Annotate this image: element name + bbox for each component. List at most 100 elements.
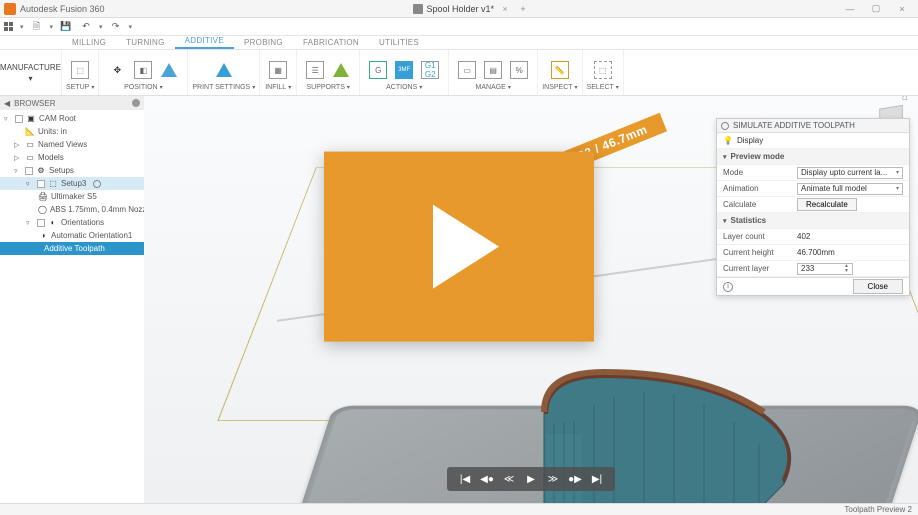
minimize-button[interactable]: — xyxy=(838,2,862,16)
setup-icon: ⬚ xyxy=(48,179,58,189)
tree-models[interactable]: ▷▭Models xyxy=(0,151,144,164)
browser-title: BROWSER xyxy=(14,99,55,108)
chevron-down-icon: ▾ xyxy=(28,74,32,83)
tab-probing[interactable]: PROBING xyxy=(234,38,293,49)
select-icon: ⬚ xyxy=(591,58,615,82)
panel-header[interactable]: SIMULATE ADDITIVE TOOLPATH xyxy=(717,119,909,133)
ribbon-group-manage[interactable]: ▭ ▤ % MANAGE▾ xyxy=(449,50,538,95)
panel-row-layer-count: Layer count 402 xyxy=(717,229,909,245)
tab-additive[interactable]: ADDITIVE xyxy=(175,36,234,49)
ribbon-group-print-settings[interactable]: PRINT SETTINGS▾ xyxy=(188,50,260,95)
tree-auto-orientation[interactable]: ◑Automatic Orientation1 xyxy=(0,229,144,242)
redo-icon[interactable]: ↷ xyxy=(109,20,123,34)
skip-end-icon[interactable]: ▶| xyxy=(589,471,605,487)
play-icon[interactable]: ▶ xyxy=(523,471,539,487)
ribbon-group-infill[interactable]: ▦ INFILL▾ xyxy=(260,50,297,95)
tree-orientations[interactable]: ▿◐Orientations xyxy=(0,216,144,229)
tab-turning[interactable]: TURNING xyxy=(116,38,175,49)
move-icon: ✥ xyxy=(105,58,129,82)
close-button[interactable]: Close xyxy=(853,279,903,294)
supports-cone-icon xyxy=(329,58,353,82)
display-icon: 💡 xyxy=(723,136,733,145)
panel-row-animation: Animation Animate full model▾ xyxy=(717,181,909,197)
apps-grid-icon[interactable] xyxy=(4,22,14,32)
panel-section-statistics[interactable]: ▾ Statistics xyxy=(717,213,909,229)
undo-icon[interactable]: ↶ xyxy=(79,20,93,34)
tree-material[interactable]: ◯ABS 1.75mm, 0.4mm Nozzle xyxy=(0,203,144,216)
chevron-down-icon: ▾ xyxy=(723,153,727,161)
browser-panel: ◀ BROWSER ▿▣CAM Root 📐Units: in ▷▭Named … xyxy=(0,96,144,503)
orient-icon xyxy=(157,58,181,82)
new-tab-icon[interactable]: + xyxy=(516,2,530,16)
workspace-switcher[interactable]: MANUFACTURE ▾ xyxy=(0,50,62,95)
tree-cam-root[interactable]: ▿▣CAM Root xyxy=(0,112,144,125)
units-icon: 📐 xyxy=(25,127,35,137)
file-icon[interactable]: 🗎 xyxy=(30,20,44,34)
close-tab-icon[interactable]: × xyxy=(498,2,512,16)
ribbon-group-inspect[interactable]: 📏 INSPECT▾ xyxy=(538,50,582,95)
panel-row-display[interactable]: 💡 Display xyxy=(717,133,909,149)
panel-section-preview[interactable]: ▾ Preview mode xyxy=(717,149,909,165)
home-view-icon[interactable]: ⌂ xyxy=(902,96,908,103)
info-icon[interactable]: i xyxy=(723,282,733,292)
ribbon-group-setup[interactable]: ⬚ SETUP▾ xyxy=(62,50,99,95)
manage-2-icon: ▤ xyxy=(481,58,505,82)
views-icon: ▭ xyxy=(25,140,35,150)
tree-setups[interactable]: ▿⚙Setups xyxy=(0,164,144,177)
ribbon-group-position[interactable]: ✥ ◧ POSITION▾ xyxy=(99,50,188,95)
tab-fabrication[interactable]: FABRICATION xyxy=(293,38,369,49)
current-height-value: 46.700mm xyxy=(797,248,903,257)
tree-additive-toolpath[interactable]: Additive Toolpath xyxy=(0,242,144,255)
panel-row-current-layer: Current layer 233 ▲▼ xyxy=(717,261,909,277)
panel-row-calculate: Calculate Recalculate xyxy=(717,197,909,213)
panel-row-mode: Mode Display upto current la...▾ xyxy=(717,165,909,181)
ribbon-group-actions[interactable]: G 3MF G1G2 ACTIONS▾ xyxy=(360,50,449,95)
material-icon: ◯ xyxy=(38,205,47,215)
tree-printer[interactable]: 🖨Ultimaker S5 xyxy=(0,190,144,203)
models-icon: ▭ xyxy=(25,153,35,163)
ribbon: MANUFACTURE ▾ ⬚ SETUP▾ ✥ ◧ POSITION▾ PRI… xyxy=(0,50,918,96)
setups-icon: ⚙ xyxy=(36,166,46,176)
status-bar: Toolpath Preview 2 xyxy=(0,503,918,515)
app-logo-icon xyxy=(4,3,16,15)
active-setup-radio[interactable] xyxy=(93,180,101,188)
step-back-frame-icon[interactable]: ◀● xyxy=(479,471,495,487)
ribbon-group-select[interactable]: ⬚ SELECT▾ xyxy=(583,50,624,95)
tree-units[interactable]: 📐Units: in xyxy=(0,125,144,138)
chevron-down-icon: ▾ xyxy=(723,217,727,225)
inspect-icon: 📏 xyxy=(548,58,572,82)
tab-milling[interactable]: MILLING xyxy=(62,38,116,49)
ribbon-group-supports[interactable]: ☰ SUPPORTS▾ xyxy=(297,50,360,95)
fast-forward-icon[interactable]: ≫ xyxy=(545,471,561,487)
close-window-button[interactable]: × xyxy=(890,2,914,16)
browser-options-icon[interactable] xyxy=(132,99,140,107)
infill-icon: ▦ xyxy=(266,58,290,82)
tab-utilities[interactable]: UTILITIES xyxy=(369,38,429,49)
layer-count-value: 402 xyxy=(797,232,903,241)
browser-header[interactable]: ◀ BROWSER xyxy=(0,96,144,110)
save-icon[interactable]: 💾 xyxy=(59,20,73,34)
post-icon: G1G2 xyxy=(418,58,442,82)
gear-icon xyxy=(721,122,729,130)
document-title: Spool Holder v1* xyxy=(427,4,495,14)
app-name: Autodesk Fusion 360 xyxy=(20,4,105,14)
spin-down-icon[interactable]: ▼ xyxy=(844,269,849,274)
tree-named-views[interactable]: ▷▭Named Views xyxy=(0,138,144,151)
skip-start-icon[interactable]: |◀ xyxy=(457,471,473,487)
panel-row-current-height: Current height 46.700mm xyxy=(717,245,909,261)
simulate-panel: SIMULATE ADDITIVE TOOLPATH 💡 Display ▾ P… xyxy=(716,118,910,296)
step-forward-frame-icon[interactable]: ●▶ xyxy=(567,471,583,487)
maximize-button[interactable]: ▢ xyxy=(864,2,888,16)
browser-tree: ▿▣CAM Root 📐Units: in ▷▭Named Views ▷▭Mo… xyxy=(0,110,144,257)
context-tab-row: MILLING TURNING ADDITIVE PROBING FABRICA… xyxy=(0,36,918,50)
video-play-overlay[interactable] xyxy=(324,151,594,341)
rewind-icon[interactable]: ≪ xyxy=(501,471,517,487)
status-text: Toolpath Preview 2 xyxy=(844,505,912,514)
current-layer-input[interactable]: 233 ▲▼ xyxy=(797,263,853,275)
animation-select[interactable]: Animate full model▾ xyxy=(797,183,903,195)
recalculate-button[interactable]: Recalculate xyxy=(797,198,857,211)
mode-select[interactable]: Display upto current la...▾ xyxy=(797,167,903,179)
tree-setup3[interactable]: ▿⬚Setup3 xyxy=(0,177,144,190)
play-triangle-icon xyxy=(433,204,499,288)
window-titlebar: Autodesk Fusion 360 Spool Holder v1* × +… xyxy=(0,0,918,18)
